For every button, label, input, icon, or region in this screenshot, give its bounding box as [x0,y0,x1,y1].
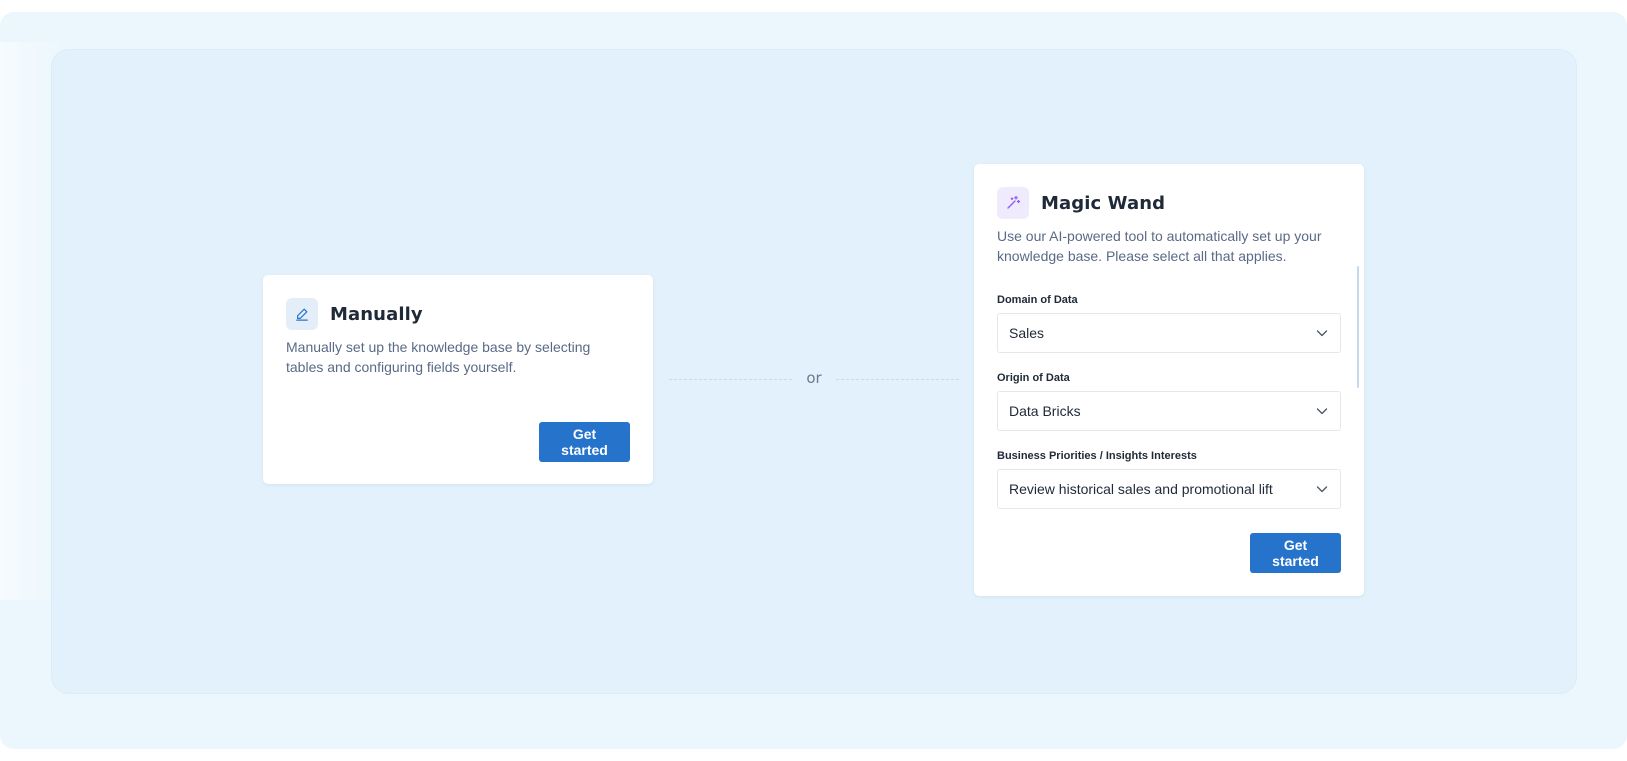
domain-of-data-value: Sales [1009,325,1045,341]
separator-line-right [836,379,959,380]
origin-of-data-label: Origin of Data [997,372,1070,384]
magic-get-started-button[interactable]: Get started [1250,533,1341,573]
business-priorities-label: Business Priorities / Insights Interests [997,450,1197,462]
business-priorities-value: Review historical sales and promotional … [1009,481,1273,497]
origin-of-data-select[interactable]: Data Bricks [997,391,1341,431]
magic-card-header: Magic Wand [997,187,1165,219]
domain-of-data-select[interactable]: Sales [997,313,1341,353]
manual-setup-card: Manually Manually set up the knowledge b… [263,275,653,484]
manual-get-started-button[interactable]: Get started [539,422,630,462]
chevron-down-icon [1316,486,1328,493]
manual-card-description: Manually set up the knowledge base by se… [286,339,591,375]
magic-card-description: Use our AI-powered tool to automatically… [997,228,1322,264]
magic-card-title: Magic Wand [1041,192,1166,214]
chevron-down-icon [1316,330,1328,337]
separator-line-left [669,379,792,380]
domain-of-data-label: Domain of Data [997,294,1078,306]
business-priorities-select[interactable]: Review historical sales and promotional … [997,469,1341,509]
origin-of-data-value: Data Bricks [1009,403,1081,419]
magic-wand-card: Magic Wand Use our AI-powered tool to au… [974,164,1364,596]
magic-wand-icon [997,187,1029,219]
pencil-icon [286,298,318,330]
or-separator: or [806,369,822,387]
manual-card-header: Manually [286,298,423,330]
chevron-down-icon [1316,408,1328,415]
card-scrollbar[interactable] [1357,266,1359,388]
manual-card-title: Manually [330,303,423,325]
